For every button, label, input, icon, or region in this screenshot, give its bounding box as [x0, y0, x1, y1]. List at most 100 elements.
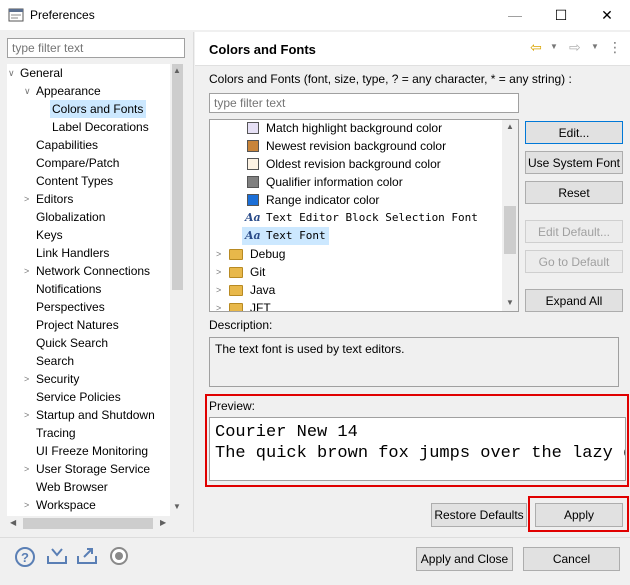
folder-icon	[229, 267, 243, 278]
color-item[interactable]: Newest revision background color	[264, 137, 449, 155]
description-caption: Description:	[209, 318, 273, 332]
folder-icon	[229, 303, 243, 311]
tree-twisty-icon[interactable]: >	[24, 496, 34, 514]
colors-fonts-description: Colors and Fonts (font, size, type, ? = …	[209, 72, 572, 86]
apply-button[interactable]: Apply	[535, 503, 623, 527]
scroll-down-arrow-icon[interactable]: ▼	[173, 502, 181, 511]
tree-item[interactable]: Perspectives	[34, 298, 108, 316]
tree-item[interactable]: Capabilities	[34, 136, 101, 154]
description-text: The text font is used by text editors.	[209, 337, 619, 387]
import-icon[interactable]	[46, 546, 68, 566]
edit-default-button[interactable]: Edit Default...	[525, 220, 623, 243]
tree-item[interactable]: Label Decorations	[50, 118, 152, 136]
tree-item[interactable]: Colors and Fonts	[50, 100, 147, 118]
pane-divider[interactable]	[193, 32, 194, 532]
color-item[interactable]: Oldest revision background color	[264, 155, 444, 173]
color-swatch-icon	[247, 140, 259, 152]
tree-item[interactable]: Link Handlers	[34, 244, 112, 262]
go-to-default-button[interactable]: Go to Default	[525, 250, 623, 273]
color-swatch-icon	[247, 176, 259, 188]
window-title: Preferences	[30, 8, 95, 22]
colors-fonts-tree: JFT Java Git Debug Text Font Text Editor Bloc…	[209, 119, 519, 312]
category-item[interactable]: Java	[248, 281, 278, 299]
cancel-button[interactable]: Cancel	[523, 547, 620, 571]
tree-twisty-icon[interactable]: >	[216, 299, 226, 311]
category-item[interactable]: Git	[248, 263, 268, 281]
tree-item[interactable]: Service Policies	[34, 388, 124, 406]
font-icon: Aa	[245, 229, 261, 242]
tree-twisty-icon[interactable]: >	[24, 406, 34, 424]
font-icon: Aa	[245, 211, 261, 224]
tree-twisty-icon[interactable]: ∨	[8, 64, 18, 82]
tree-item[interactable]: Notifications	[34, 280, 104, 298]
footer-separator	[0, 537, 630, 538]
tree-item[interactable]: Compare/Patch	[34, 154, 122, 172]
tree-item[interactable]: General	[18, 64, 66, 82]
tree-twisty-icon[interactable]: >	[216, 245, 226, 263]
tree-item[interactable]: Keys	[34, 226, 66, 244]
close-button[interactable]: ✕	[584, 0, 630, 30]
tree-item[interactable]: Workspace	[34, 496, 99, 514]
back-dropdown-icon[interactable]: ▼	[550, 42, 558, 51]
category-item[interactable]: Debug	[248, 245, 288, 263]
tree-item[interactable]: UI Freeze Monitoring	[34, 442, 151, 460]
scroll-right-arrow-icon[interactable]: ▶	[160, 518, 166, 527]
tree-item[interactable]: Tracing	[34, 424, 79, 442]
reset-button[interactable]: Reset	[525, 181, 623, 204]
colors-scroll-up-icon[interactable]: ▲	[506, 122, 514, 131]
tree-item[interactable]: Appearance	[34, 82, 104, 100]
tree-twisty-icon[interactable]: >	[24, 460, 34, 478]
edit-button[interactable]: Edit...	[525, 121, 623, 144]
view-menu-icon[interactable]: ⋮	[608, 39, 622, 56]
tree-twisty-icon[interactable]: ∨	[24, 82, 34, 100]
tree-twisty-icon[interactable]: >	[24, 190, 34, 208]
tree-twisty-icon[interactable]: >	[24, 262, 34, 280]
forward-dropdown-icon[interactable]: ▼	[591, 42, 599, 51]
tree-item[interactable]: User Storage Service	[34, 460, 153, 478]
tree-item[interactable]: Security	[34, 370, 82, 388]
tree-item[interactable]: Content Types	[34, 172, 116, 190]
tree-horizontal-scroll-thumb[interactable]	[23, 518, 153, 529]
help-icon[interactable]: ?	[15, 547, 35, 567]
maximize-button[interactable]: ☐	[538, 0, 584, 30]
color-item[interactable]: Match highlight background color	[264, 120, 445, 137]
folder-icon	[229, 285, 243, 296]
page-title: Colors and Fonts	[209, 42, 316, 57]
colors-scroll-down-icon[interactable]: ▼	[506, 298, 514, 307]
preview-font-name: Courier New 14	[215, 423, 358, 442]
use-system-font-button[interactable]: Use System Font	[525, 151, 623, 174]
tree-twisty-icon[interactable]: >	[216, 281, 226, 299]
apply-and-close-button[interactable]: Apply and Close	[416, 547, 513, 571]
font-preview: Courier New 14 The quick brown fox jumps…	[209, 417, 626, 481]
export-icon[interactable]	[76, 546, 98, 566]
color-swatch-icon	[247, 158, 259, 170]
colors-fonts-filter-input[interactable]	[209, 93, 519, 113]
tree-item[interactable]: Globalization	[34, 208, 108, 226]
color-item[interactable]: Range indicator color	[264, 191, 382, 209]
restore-defaults-button[interactable]: Restore Defaults	[431, 503, 527, 527]
preference-filter-input[interactable]	[7, 38, 185, 58]
tree-item[interactable]: Network Connections	[34, 262, 153, 280]
tree-item[interactable]: Editors	[34, 190, 76, 208]
scroll-up-arrow-icon[interactable]: ▲	[173, 66, 181, 75]
record-icon[interactable]	[108, 546, 130, 566]
tree-twisty-icon[interactable]: >	[24, 370, 34, 388]
tree-item[interactable]: Startup and Shutdown	[34, 406, 158, 424]
tree-item[interactable]: Web Browser	[34, 478, 111, 496]
font-item[interactable]: Text Editor Block Selection Font	[264, 209, 481, 227]
tree-twisty-icon[interactable]: >	[216, 263, 226, 281]
expand-all-button[interactable]: Expand All	[525, 289, 623, 312]
scroll-left-arrow-icon[interactable]: ◀	[10, 518, 16, 527]
tree-item[interactable]: Project Natures	[34, 316, 122, 334]
tree-item[interactable]: Quick Search	[34, 334, 111, 352]
tree-item[interactable]: Search	[34, 352, 77, 370]
minimize-button[interactable]: —	[492, 0, 538, 30]
forward-arrow-icon[interactable]: ⇨	[569, 39, 581, 56]
colors-tree-scroll-thumb[interactable]	[504, 206, 516, 254]
folder-icon	[229, 249, 243, 260]
color-item[interactable]: Qualifier information color	[264, 173, 406, 191]
back-arrow-icon[interactable]: ⇦	[530, 39, 542, 56]
tree-vertical-scroll-thumb[interactable]	[172, 64, 183, 290]
color-swatch-icon	[247, 194, 259, 206]
category-item[interactable]: JFT	[248, 299, 274, 311]
